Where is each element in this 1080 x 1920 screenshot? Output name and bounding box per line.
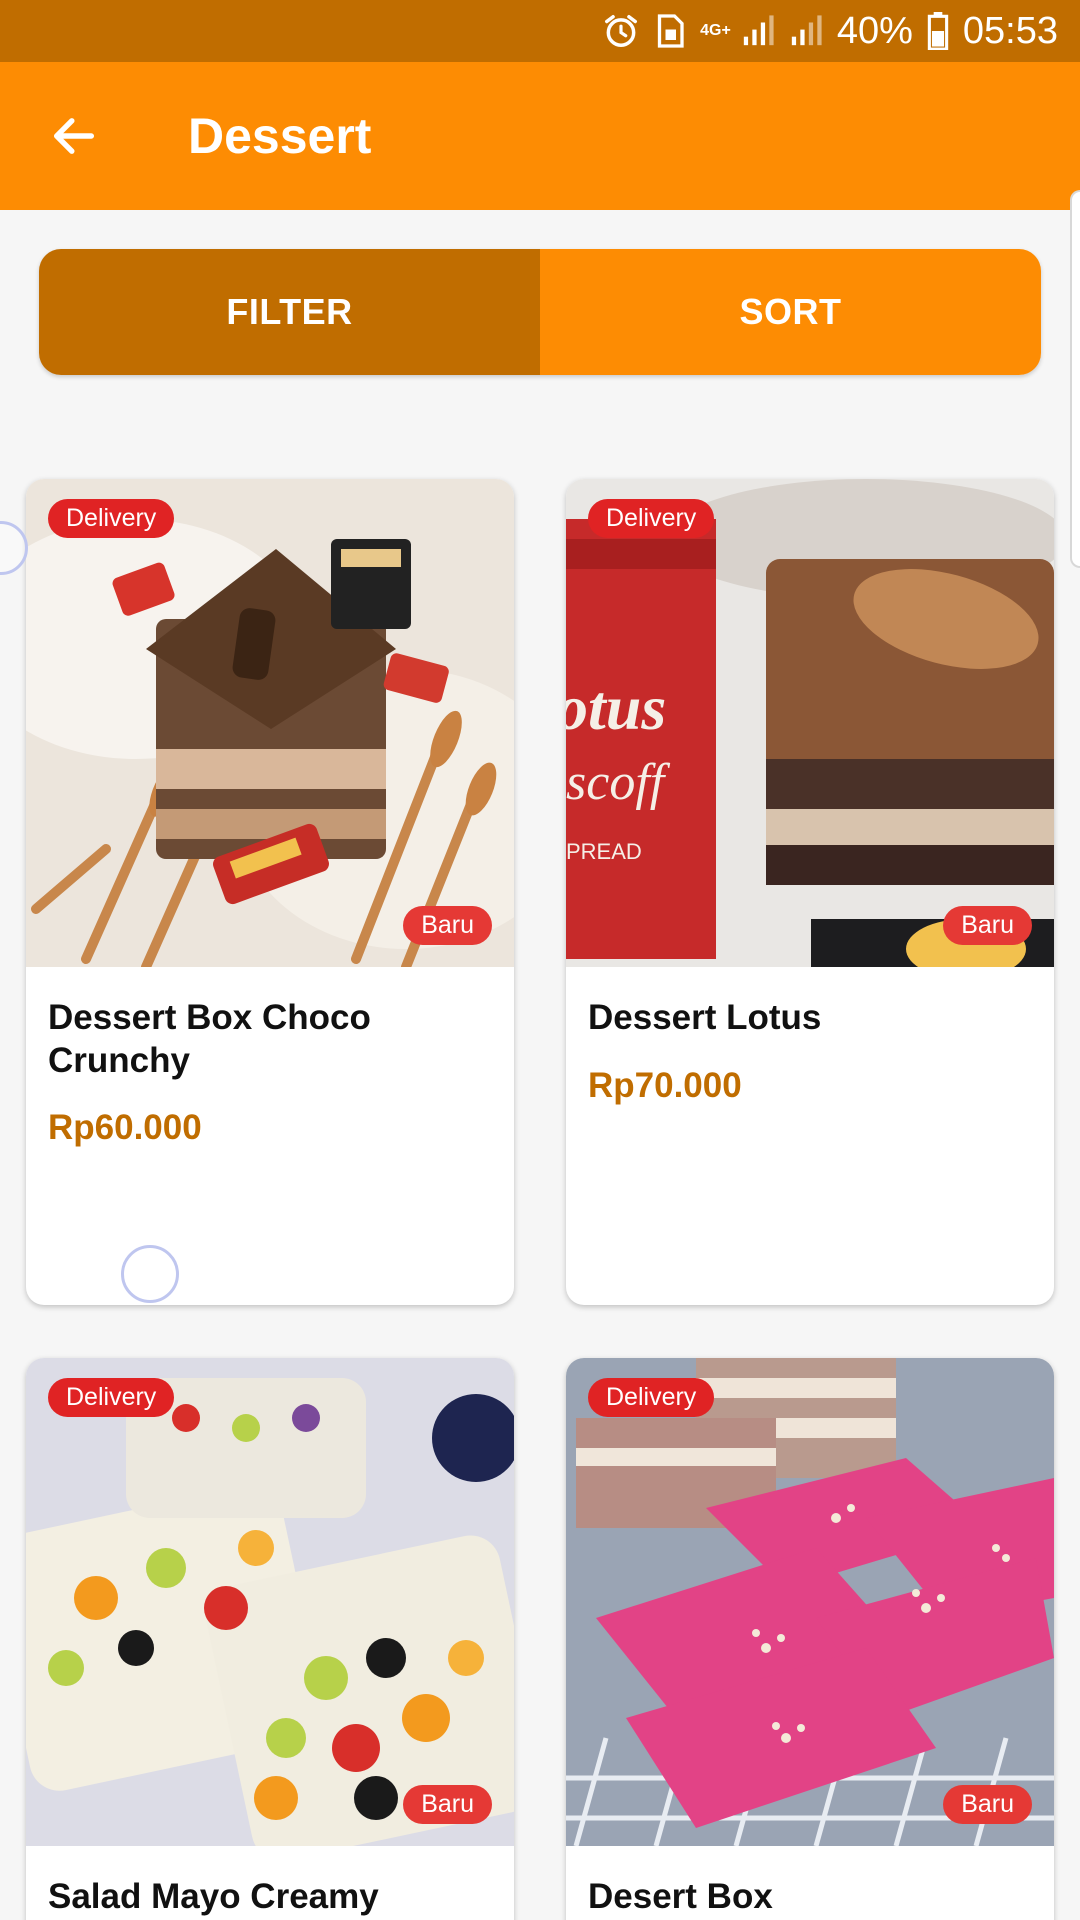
scroll-indicator — [1070, 190, 1080, 568]
arrow-left-icon — [53, 118, 95, 154]
new-badge: Baru — [403, 1785, 492, 1824]
touch-indicator — [0, 521, 28, 575]
svg-text:otus: otus — [566, 672, 666, 743]
product-name: Salad Mayo Creamy — [48, 1877, 379, 1916]
delivery-badge: Delivery — [588, 1378, 715, 1417]
filter-sort-bar: FILTER SORT — [39, 249, 1041, 375]
back-button[interactable] — [0, 62, 148, 210]
product-name: Dessert Lotus — [588, 998, 822, 1037]
new-badge: Baru — [403, 906, 492, 945]
product-image: otus scoff PREAD Delivery Baru — [566, 479, 1054, 967]
product-image: Delivery Baru — [26, 1358, 514, 1846]
delivery-badge: Delivery — [48, 499, 175, 538]
product-card[interactable]: Delivery Baru Desert Box — [566, 1358, 1054, 1920]
sort-button[interactable]: SORT — [540, 249, 1041, 375]
product-image: Delivery Baru — [566, 1358, 1054, 1846]
filter-button[interactable]: FILTER — [39, 249, 540, 375]
delivery-badge: Delivery — [588, 499, 715, 538]
sim-icon — [654, 13, 686, 49]
app-bar: Dessert — [0, 62, 1080, 210]
product-card[interactable]: otus scoff PREAD Delivery Baru Dessert L… — [566, 479, 1054, 1305]
product-price: Rp60.000 — [48, 1108, 202, 1148]
svg-text:scoff: scoff — [566, 754, 671, 811]
svg-text:PREAD: PREAD — [566, 839, 642, 864]
product-name: Dessert Box Choco Crunchy — [48, 998, 371, 1080]
signal-icon — [789, 14, 823, 48]
signal-icon — [741, 14, 775, 48]
alarm-icon — [602, 12, 640, 50]
new-badge: Baru — [943, 1785, 1032, 1824]
product-price: Rp70.000 — [588, 1065, 742, 1105]
touch-indicator — [121, 1245, 179, 1303]
product-image: Delivery Baru — [26, 479, 514, 967]
product-card[interactable]: Delivery Baru Dessert Box Choco Crunchy … — [26, 479, 514, 1305]
delivery-badge: Delivery — [48, 1378, 175, 1417]
battery-icon — [927, 12, 949, 50]
battery-percent: 40% — [836, 9, 913, 52]
page-title: Dessert — [188, 108, 372, 164]
network-type-label: 4G+ — [700, 22, 731, 39]
product-card[interactable]: Delivery Baru Salad Mayo Creamy — [26, 1358, 514, 1920]
new-badge: Baru — [943, 906, 1032, 945]
product-name: Desert Box — [588, 1877, 773, 1916]
status-bar: 4G+ 40% 05:53 — [0, 0, 1080, 62]
clock-time: 05:53 — [962, 9, 1058, 52]
